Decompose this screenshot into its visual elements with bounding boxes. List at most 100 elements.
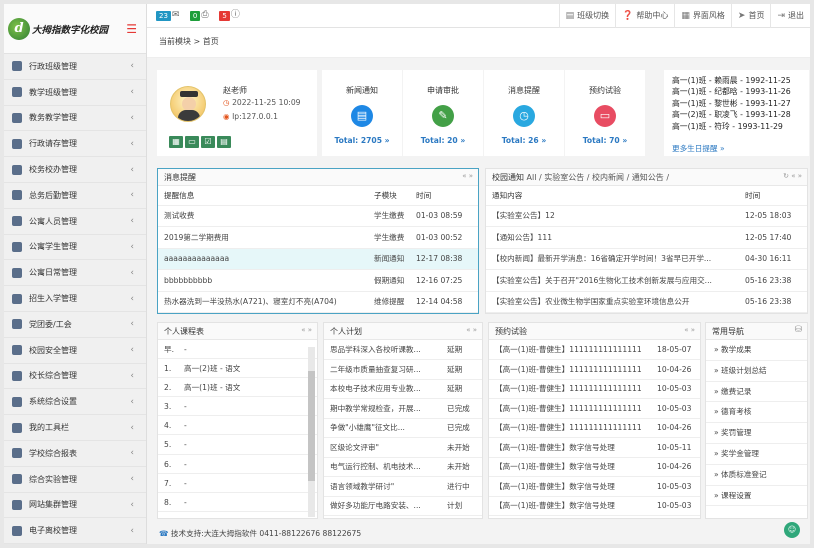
- collapse-icon[interactable]: « »: [466, 323, 477, 339]
- sidebar-item[interactable]: 招生入学管理 ‹: [4, 286, 146, 312]
- collapse-icon[interactable]: « »: [684, 323, 695, 339]
- count-badge[interactable]: 23: [156, 10, 171, 21]
- database-icon[interactable]: ⛁: [794, 323, 802, 339]
- sidebar-item[interactable]: 学校综合报表 ‹: [4, 441, 146, 467]
- list-item[interactable]: 4. -: [158, 416, 317, 436]
- booking-title[interactable]: 【高一(1)班-曹健生】111111111111111: [489, 340, 651, 360]
- calendar-icon[interactable]: ▦: [169, 136, 183, 148]
- table-row[interactable]: 语言领域教学研讨" 进行中: [324, 476, 482, 497]
- chat-bubble-icon[interactable]: ☺: [784, 522, 800, 538]
- table-row[interactable]: 期中教学常规检查，开展... 已完成: [324, 398, 482, 419]
- table-row[interactable]: 争做"小雄鹰"征文比... 已完成: [324, 418, 482, 438]
- table-row[interactable]: 【高一(1)班-曹健生】111111111111111 18-05-07: [489, 340, 700, 360]
- plan-title[interactable]: 电气运行控制、机电技术...: [324, 457, 441, 477]
- table-row[interactable]: 【通知公告】111 12-05 17:40: [486, 226, 807, 249]
- sidebar-item[interactable]: 校园安全管理 ‹: [4, 338, 146, 364]
- sidebar-item[interactable]: 公寓日常管理 ‹: [4, 260, 146, 287]
- quicknav-link[interactable]: » 体质标准登记: [706, 465, 807, 486]
- notice-text[interactable]: 【通知公告】111: [486, 226, 739, 249]
- table-row[interactable]: 思品学科深入各校听课教... 延期: [324, 340, 482, 360]
- quicknav-link[interactable]: » 缴费记录: [706, 382, 807, 403]
- toolbar-button[interactable]: ❓ 帮助中心: [615, 4, 674, 28]
- sidebar-item[interactable]: 教务教学管理 ‹: [4, 106, 146, 132]
- check-icon[interactable]: ☑: [201, 136, 215, 148]
- sidebar-item[interactable]: 我的工具栏 ‹: [4, 415, 146, 441]
- sidebar-item[interactable]: 综合实验管理 ‹: [4, 467, 146, 493]
- list-item[interactable]: 6. -: [158, 455, 317, 474]
- toolbar-button[interactable]: ▦ 界面风格: [674, 4, 731, 28]
- plan-title[interactable]: 争做"小雄鹰"征文比...: [324, 418, 441, 438]
- sidebar-item[interactable]: 电子离校管理 ‹: [4, 518, 146, 544]
- notice-text[interactable]: 【实验室公告】关于召开"2016生物化工技术创新发展与应用交...: [486, 269, 739, 292]
- plan-title[interactable]: 期中教学常规检查，开展...: [324, 398, 441, 419]
- quicknav-link[interactable]: » 奖学金管理: [706, 444, 807, 465]
- message-info[interactable]: 测试收费: [158, 205, 368, 227]
- table-row[interactable]: 【实验室公告】12 12-05 18:03: [486, 205, 807, 227]
- count-badge[interactable]: 0: [189, 10, 201, 21]
- list-item[interactable]: 1. 高一(2)班 - 语文: [158, 359, 317, 379]
- stat-card-total[interactable]: Total: 70 »: [565, 136, 645, 145]
- sidebar-item[interactable]: 总务后勤管理 ‹: [4, 183, 146, 209]
- breadcrumb-page[interactable]: 首页: [203, 37, 219, 46]
- list-item[interactable]: 5. -: [158, 435, 317, 455]
- booking-title[interactable]: 【高一(1)班-曹健生】数字信号处理: [489, 496, 651, 516]
- message-info[interactable]: 热水器洗到一半没热水(A721)、寝室灯不亮(A704): [158, 291, 368, 313]
- list-item[interactable]: 3. -: [158, 397, 317, 417]
- quicknav-link[interactable]: » 奖罚管理: [706, 423, 807, 444]
- toolbar-button[interactable]: ⇥ 退出: [770, 4, 810, 28]
- toolbar-button[interactable]: ➤ 首页: [730, 4, 771, 28]
- count-badge[interactable]: 5: [219, 10, 230, 21]
- printer-icon[interactable]: ⎙: [201, 11, 211, 20]
- plan-title[interactable]: 二年级市质量抽查复习研...: [324, 359, 441, 380]
- stat-card[interactable]: 预约试验 ▭ Total: 70 »: [565, 70, 645, 156]
- chat-icon[interactable]: ✉: [172, 11, 182, 20]
- sidebar-item[interactable]: 公寓学生管理 ‹: [4, 235, 146, 261]
- list-item[interactable]: 7. -: [158, 474, 317, 493]
- stat-card[interactable]: 新闻通知 ▤ Total: 2705 »: [322, 70, 402, 156]
- notice-text[interactable]: 【实验室公告】农业微生物学国家重点实验室环境信息公开: [486, 291, 739, 313]
- booking-title[interactable]: 【高一(1)班-曹健生】数字信号处理: [489, 437, 651, 458]
- stat-card[interactable]: 申请审批 ✎ Total: 20 »: [403, 70, 483, 156]
- collapse-icon[interactable]: « »: [301, 323, 312, 339]
- message-info[interactable]: bbbbbbbbbb: [158, 269, 368, 292]
- notice-text[interactable]: 【实验室公告】12: [486, 205, 739, 227]
- quicknav-link[interactable]: » 课程设置: [706, 486, 807, 507]
- sidebar-item[interactable]: 党团委/工会 ‹: [4, 312, 146, 338]
- collapse-icon[interactable]: « »: [462, 169, 473, 185]
- booking-title[interactable]: 【高一(1)班-曹健生】数字信号处理: [489, 457, 651, 477]
- stat-card-total[interactable]: Total: 20 »: [403, 136, 483, 145]
- clipboard-icon[interactable]: ▤: [217, 136, 231, 148]
- plan-title[interactable]: 语言领域教学研讨": [324, 476, 441, 497]
- table-row[interactable]: 【实验室公告】关于召开"2016生物化工技术创新发展与应用交... 05-16 2…: [486, 269, 807, 292]
- notice-text[interactable]: 【校内新闻】最新开学消息：16省确定开学时间！3省早已开学...: [486, 248, 739, 270]
- quicknav-link[interactable]: » 班级计划总结: [706, 361, 807, 382]
- message-info[interactable]: 2019第二学期费用: [158, 226, 368, 249]
- list-item[interactable]: 2. 高一(1)班 - 语文: [158, 378, 317, 398]
- list-item[interactable]: 早. -: [158, 340, 317, 360]
- table-row[interactable]: 二年级市质量抽查复习研... 延期: [324, 359, 482, 380]
- table-row[interactable]: 【实验室公告】农业微生物学国家重点实验室环境信息公开 05-16 23:38: [486, 291, 807, 313]
- sidebar-item[interactable]: 公寓人员管理 ‹: [4, 209, 146, 235]
- stat-card[interactable]: 消息提醒 ◷ Total: 26 »: [484, 70, 564, 156]
- table-row[interactable]: 【高一(1)班-曹健生】111111111111111 10-05-03: [489, 398, 700, 419]
- scrollbar-thumb[interactable]: [308, 371, 315, 481]
- table-row[interactable]: 【高一(1)班-曹健生】111111111111111 10-05-03: [489, 379, 700, 399]
- quicknav-link[interactable]: » 教学成果: [706, 340, 807, 361]
- table-row[interactable]: 【高一(1)班-曹健生】数字信号处理 10-05-03: [489, 496, 700, 516]
- plan-title[interactable]: 区级论文评审": [324, 437, 441, 458]
- id-card-icon[interactable]: ▭: [185, 136, 199, 148]
- table-row[interactable]: 【校内新闻】最新开学消息：16省确定开学时间！3省早已开学... 04-30 16…: [486, 248, 807, 270]
- table-row[interactable]: 【高一(1)班-曹健生】数字信号处理 10-05-11: [489, 437, 700, 458]
- table-row[interactable]: 热水器洗到一半没热水(A721)、寝室灯不亮(A704) 维修提醒 12-14 04…: [158, 291, 478, 313]
- info-icon[interactable]: ⓘ: [231, 11, 241, 20]
- sidebar-item[interactable]: 系统综合设置 ‹: [4, 389, 146, 416]
- table-row[interactable]: aaaaaaaaaaaaaa 新闻通知 12-17 08:38: [158, 248, 478, 270]
- table-row[interactable]: 本校电子技术应用专业教... 延期: [324, 379, 482, 399]
- table-row[interactable]: 【高一(1)班-曹健生】数字信号处理 10-04-26: [489, 457, 700, 477]
- message-info[interactable]: aaaaaaaaaaaaaa: [158, 248, 368, 270]
- table-row[interactable]: 【高一(1)班-曹健生】111111111111111 10-04-26: [489, 418, 700, 438]
- hamburger-menu-icon[interactable]: ☰: [126, 23, 137, 35]
- scrollbar[interactable]: [308, 347, 315, 517]
- booking-title[interactable]: 【高一(1)班-曹健生】数字信号处理: [489, 476, 651, 497]
- table-row[interactable]: 【高一(1)班-曹健生】数字信号处理 10-05-03: [489, 476, 700, 497]
